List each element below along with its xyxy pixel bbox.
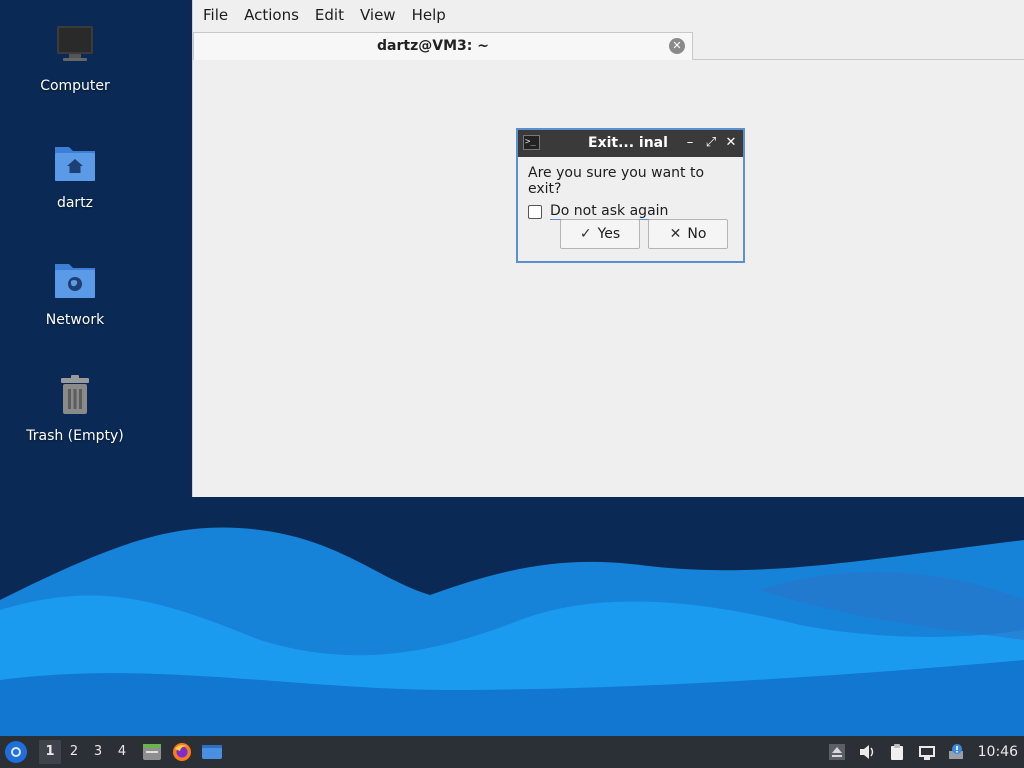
system-tray: 10:46 <box>828 736 1024 768</box>
dialog-title: Exit... inal <box>588 135 668 151</box>
desktop-icon-home-folder[interactable]: dartz <box>20 139 130 211</box>
exit-dialog: >_ Exit... inal – ⤢ ✕ Are you sure you w… <box>516 128 745 263</box>
dialog-question: Are you sure you want to exit? <box>528 165 705 197</box>
desktop-icon-label: Trash (Empty) <box>26 428 124 444</box>
workspace-4[interactable]: 4 <box>111 740 133 764</box>
tab-bar: dartz@VM3: ~ ✕ <box>193 30 1024 60</box>
desktop-icon-trash[interactable]: Trash (Empty) <box>20 372 130 444</box>
menu-bar: File Actions Edit View Help <box>193 0 1024 30</box>
network-folder-icon <box>55 264 95 298</box>
file-manager-icon[interactable] <box>141 741 163 763</box>
close-icon[interactable]: ✕ <box>723 134 739 152</box>
terminal-app-icon: >_ <box>523 135 540 150</box>
dialog-buttons: ✓ Yes ✕ No <box>560 219 728 249</box>
desktop-icon-label: Computer <box>40 78 110 94</box>
firefox-icon[interactable] <box>171 741 193 763</box>
terminal-tab[interactable]: dartz@VM3: ~ ✕ <box>193 32 693 60</box>
workspace-2[interactable]: 2 <box>63 740 85 764</box>
dialog-titlebar[interactable]: >_ Exit... inal – ⤢ ✕ <box>518 130 743 157</box>
menu-file[interactable]: File <box>195 6 236 24</box>
desktop-icon-label: Network <box>45 312 105 328</box>
no-button[interactable]: ✕ No <box>648 219 728 249</box>
check-icon: ✓ <box>579 226 592 242</box>
do-not-ask-checkbox[interactable] <box>528 204 542 219</box>
do-not-ask-row[interactable]: Do not ask again <box>528 203 733 220</box>
tab-title: dartz@VM3: ~ <box>377 38 489 54</box>
x-icon: ✕ <box>669 226 682 242</box>
dialog-body: Are you sure you want to exit? Do not as… <box>518 157 743 220</box>
taskbar: 1 2 3 4 10:46 <box>0 736 1024 768</box>
volume-icon[interactable] <box>858 743 876 761</box>
updates-icon[interactable] <box>948 743 966 761</box>
window-list-icon[interactable] <box>201 741 223 763</box>
clipboard-icon[interactable] <box>888 743 906 761</box>
yes-button[interactable]: ✓ Yes <box>560 219 640 249</box>
desktop-icon-label: dartz <box>56 195 94 211</box>
do-not-ask-label[interactable]: Do not ask again <box>550 203 669 220</box>
yes-label: Yes <box>597 226 621 242</box>
home-folder-icon <box>55 147 95 181</box>
desktop-icon-network[interactable]: Network <box>20 256 130 328</box>
clock[interactable]: 10:46 <box>978 744 1018 760</box>
menu-help[interactable]: Help <box>404 6 454 24</box>
menu-edit[interactable]: Edit <box>307 6 352 24</box>
menu-view[interactable]: View <box>352 6 404 24</box>
workspace-1[interactable]: 1 <box>39 740 61 764</box>
network-wired-icon[interactable] <box>918 743 936 761</box>
start-menu-icon[interactable] <box>5 741 27 763</box>
menu-actions[interactable]: Actions <box>236 6 307 24</box>
eject-icon[interactable] <box>828 743 846 761</box>
desktop-icon-computer[interactable]: Computer <box>20 22 130 94</box>
minimize-icon[interactable]: – <box>682 134 698 152</box>
maximize-icon[interactable]: ⤢ <box>703 134 719 152</box>
workspace-3[interactable]: 3 <box>87 740 109 764</box>
tab-close-icon[interactable]: ✕ <box>669 38 685 54</box>
trash-icon <box>61 375 89 414</box>
no-label: No <box>687 226 707 242</box>
computer-icon <box>57 26 93 61</box>
